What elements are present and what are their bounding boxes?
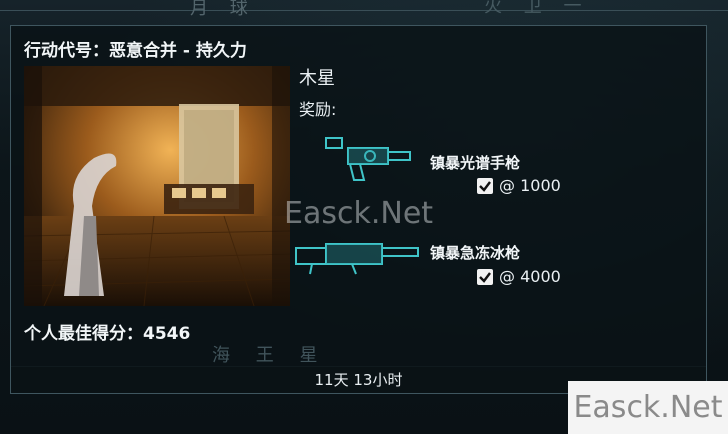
- time-remaining: 11天 13小时: [314, 371, 403, 389]
- mission-thumbnail: [24, 66, 290, 306]
- node-label-phobos[interactable]: 火 卫 一: [484, 0, 589, 18]
- reward-name: 镇暴急冻冰枪: [430, 244, 521, 262]
- watermark-badge: Easck.Net: [568, 381, 728, 434]
- node-label-neptune[interactable]: 海 王 星: [212, 341, 327, 367]
- top-divider: [0, 10, 728, 11]
- reward-threshold: @ 1000: [499, 176, 561, 195]
- mission-title: 行动代号：恶意合并 - 持久力: [24, 41, 247, 61]
- reward-row: @ 1000: [477, 176, 561, 195]
- rewards-label: 奖励:: [299, 100, 337, 119]
- reward-name: 镇暴光谱手枪: [430, 154, 521, 172]
- checkbox-checked-icon: [477, 268, 493, 285]
- spectra-pistol-icon: [320, 134, 420, 190]
- mission-planet: 木星: [299, 68, 335, 89]
- reward-threshold: @ 4000: [499, 267, 561, 286]
- glaxion-rifle-icon: [292, 236, 424, 280]
- watermark-text: Easck.Net: [284, 196, 434, 231]
- watermark-corner-text: Easck.Net: [573, 390, 723, 425]
- node-label-moon[interactable]: 月 球: [190, 0, 256, 20]
- personal-best-score: 个人最佳得分：4546: [24, 324, 191, 344]
- checkbox-checked-icon: [477, 177, 493, 194]
- reward-row: @ 4000: [477, 267, 561, 286]
